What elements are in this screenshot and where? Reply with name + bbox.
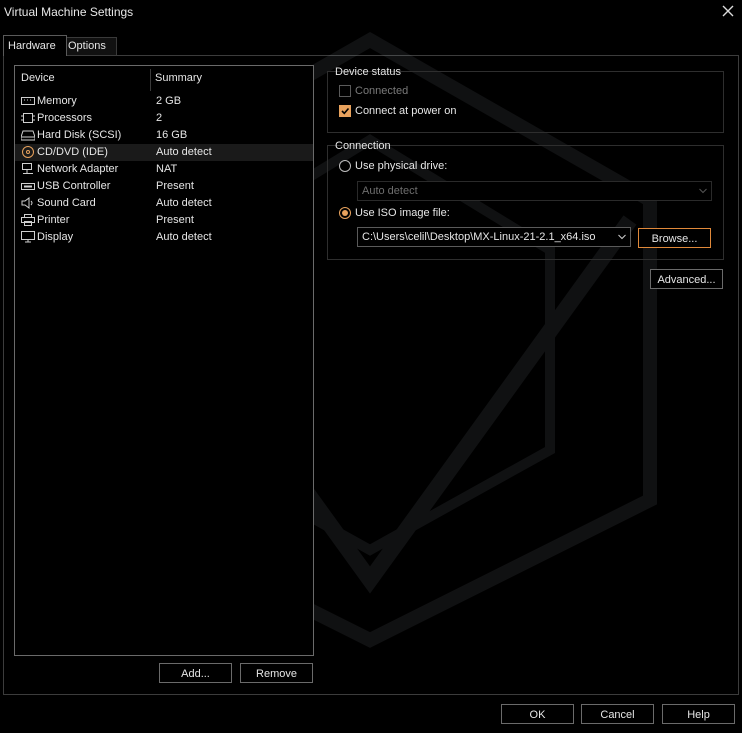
use-iso-image-label: Use ISO image file: [355,207,450,219]
device-summary: NAT [156,163,178,175]
device-name: Network Adapter [37,163,119,175]
tab-options[interactable]: Options [63,37,117,55]
device-name: Sound Card [37,197,96,209]
network-adapter-icon [21,163,35,175]
physical-drive-select[interactable]: Auto detect [357,181,712,201]
device-row-processors[interactable]: Processors 2 [15,110,313,127]
connect-at-power-on-checkbox[interactable] [339,105,351,117]
connection-label: Connection [335,140,391,152]
iso-path-combobox[interactable]: C:\Users\celil\Desktop\MX-Linux-21-2.1_x… [357,227,631,247]
header-divider[interactable] [150,69,151,91]
hard-disk-icon [20,129,36,141]
use-physical-drive-radio[interactable] [339,160,351,172]
device-summary: 16 GB [156,129,188,141]
header-summary[interactable]: Summary [155,72,202,84]
connect-at-power-on-label: Connect at power on [355,105,457,117]
device-name: Hard Disk (SCSI) [37,129,122,141]
processor-icon [21,112,35,124]
chevron-down-icon [618,234,626,240]
advanced-button[interactable]: Advanced... [650,269,723,289]
device-row-network-adapter[interactable]: Network Adapter NAT [15,161,313,178]
device-row-memory[interactable]: Memory 2 GB [15,93,313,110]
device-row-sound-card[interactable]: Sound Card Auto detect [15,195,313,212]
device-name: Memory [37,95,77,107]
connected-label: Connected [355,85,409,97]
device-summary: Auto detect [156,146,212,158]
tab-hardware[interactable]: Hardware [3,35,67,56]
device-row-hard-disk[interactable]: Hard Disk (SCSI) 16 GB [15,127,313,144]
device-name: USB Controller [37,180,111,192]
add-button[interactable]: Add... [159,663,232,683]
iso-path-value: C:\Users\celil\Desktop\MX-Linux-21-2.1_x… [362,231,596,243]
device-name: Display [37,231,74,243]
memory-icon [21,95,35,107]
device-list[interactable]: Device Summary Memory 2 GB Processors 2 … [14,65,314,656]
close-icon[interactable] [720,3,736,19]
device-summary: 2 [156,112,163,124]
display-icon [21,231,35,243]
device-summary: Present [156,180,194,192]
device-status-label: Device status [335,66,402,78]
device-summary: 2 GB [156,95,182,107]
sound-card-icon [21,197,35,209]
chevron-down-icon [699,188,707,194]
printer-icon [21,214,35,226]
physical-drive-value: Auto detect [362,185,418,197]
device-status-group [327,71,724,133]
use-physical-drive-label: Use physical drive: [355,160,448,172]
help-button[interactable]: Help [662,704,735,724]
device-name: CD/DVD (IDE) [37,146,108,158]
device-name: Printer [37,214,70,226]
ok-button[interactable]: OK [501,704,574,724]
browse-button[interactable]: Browse... [638,228,711,248]
remove-button[interactable]: Remove [240,663,313,683]
connected-checkbox[interactable] [339,85,351,97]
device-list-header: Device Summary [15,66,313,91]
device-name: Processors [37,112,93,124]
device-row-usb-controller[interactable]: USB Controller Present [15,178,313,195]
header-device[interactable]: Device [21,72,55,84]
use-iso-image-radio[interactable] [339,207,351,219]
device-row-display[interactable]: Display Auto detect [15,229,313,246]
cancel-button[interactable]: Cancel [581,704,654,724]
device-row-cd-dvd[interactable]: CD/DVD (IDE) Auto detect [15,144,313,161]
checkmark-icon [341,107,350,115]
window-title: Virtual Machine Settings [4,5,134,19]
usb-controller-icon [21,180,35,192]
device-summary: Present [156,214,194,226]
cd-dvd-icon [21,146,35,158]
device-summary: Auto detect [156,197,212,209]
device-row-printer[interactable]: Printer Present [15,212,313,229]
device-summary: Auto detect [156,231,212,243]
